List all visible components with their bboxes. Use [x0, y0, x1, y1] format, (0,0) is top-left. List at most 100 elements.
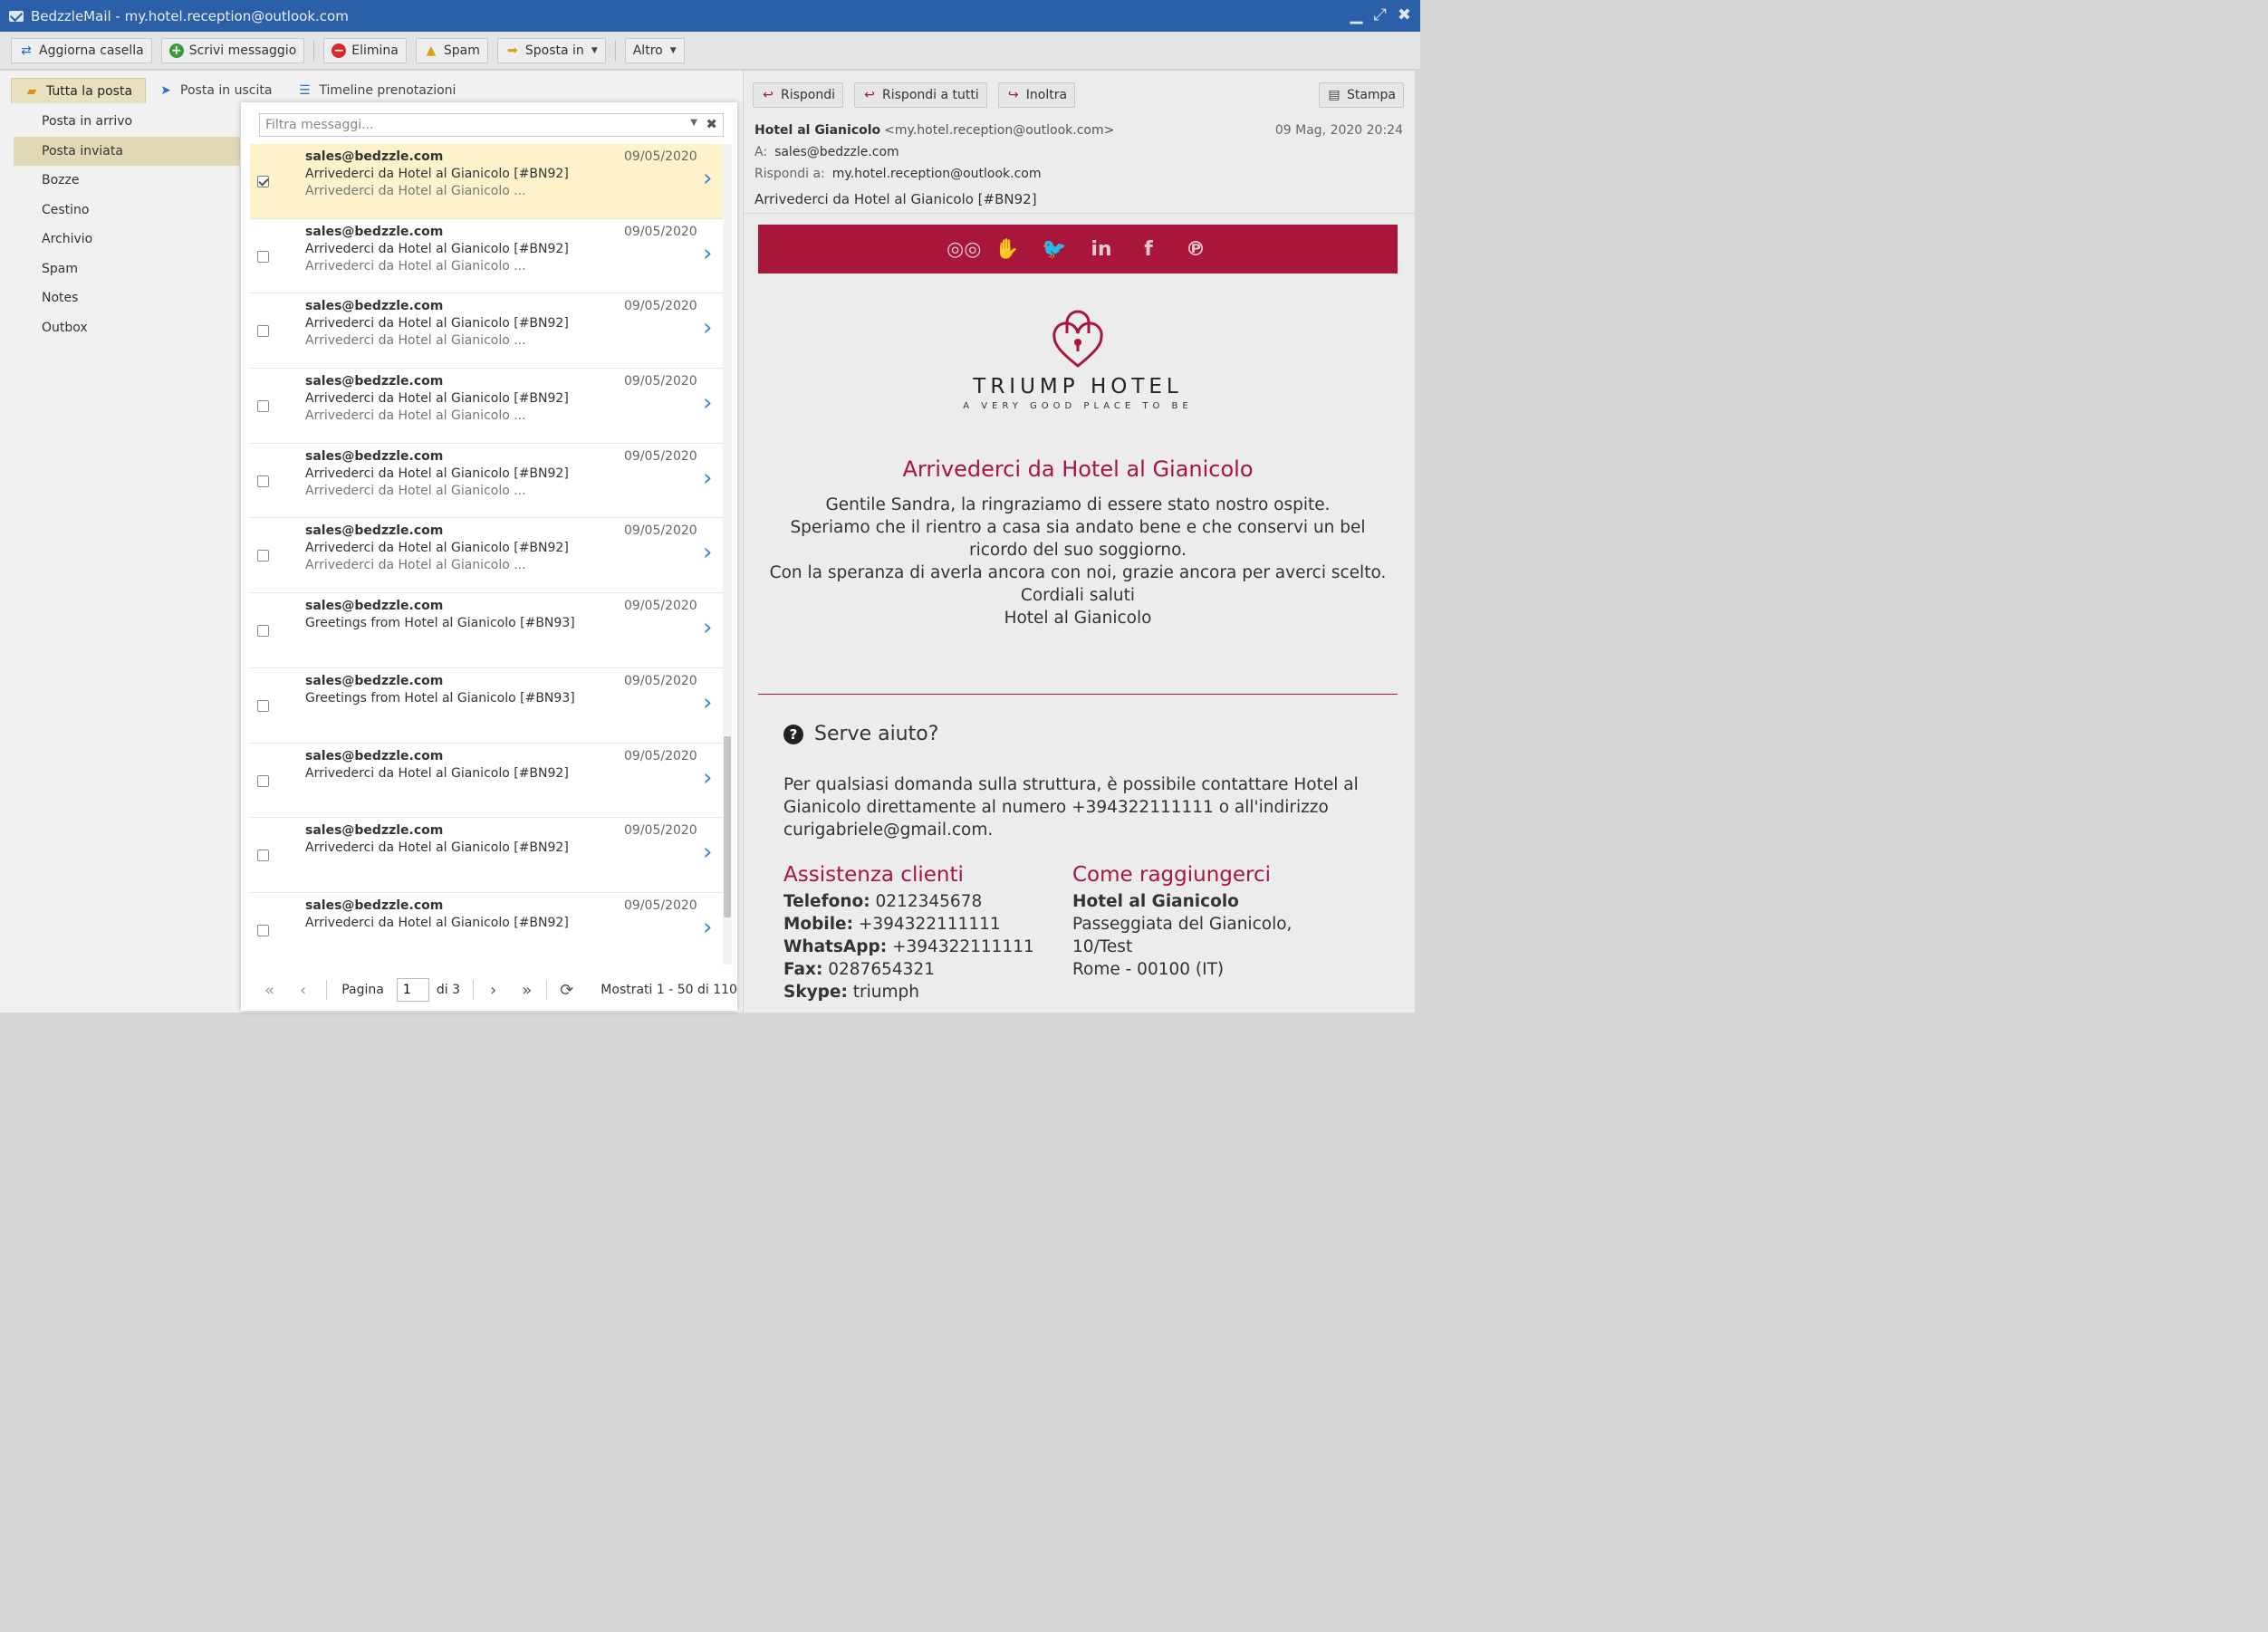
chevron-right-icon[interactable]: › [703, 466, 712, 490]
facebook-icon[interactable]: f [1135, 238, 1162, 261]
row-checkbox[interactable] [257, 250, 269, 263]
page-total: di 3 [436, 983, 460, 997]
chevron-right-icon[interactable]: › [703, 916, 712, 939]
thumbs-up-icon[interactable]: ✋ [994, 238, 1021, 261]
list-scrollbar[interactable] [723, 144, 732, 965]
reload-icon[interactable]: ⟳ [560, 981, 573, 1000]
folder-inbox[interactable]: Posta in arrivo [14, 107, 240, 137]
message-subject: Arrivederci da Hotel al Gianicolo [#BN92… [305, 915, 569, 930]
email-divider [758, 694, 1398, 695]
row-checkbox[interactable] [257, 176, 269, 187]
close-icon[interactable]: ✖ [1398, 5, 1411, 24]
message-row[interactable]: sales@bedzzle.com 09/05/2020 Arrivederci… [250, 219, 723, 294]
message-row[interactable]: sales@bedzzle.com 09/05/2020 Arrivederci… [250, 144, 723, 219]
prev-page-icon[interactable]: ‹ [300, 981, 306, 1000]
message-row[interactable]: sales@bedzzle.com 09/05/2020 Arrivederci… [250, 893, 723, 968]
chevron-right-icon[interactable]: › [703, 691, 712, 715]
message-subject: Arrivederci da Hotel al Gianicolo [#BN92… [305, 466, 569, 481]
message-date: 09/05/2020 [624, 748, 697, 763]
chevron-right-icon[interactable]: › [703, 242, 712, 265]
row-checkbox[interactable] [257, 400, 269, 413]
chevron-right-icon[interactable]: › [703, 391, 712, 415]
print-button[interactable]: ▤ Stampa [1318, 82, 1404, 108]
folder-spam[interactable]: Spam [14, 254, 240, 284]
folder-list: Posta in arrivo Posta inviata Bozze Cest… [14, 107, 240, 342]
folder-trash[interactable]: Cestino [14, 196, 240, 226]
message-row[interactable]: sales@bedzzle.com 09/05/2020 Arrivederci… [250, 744, 723, 819]
reply-button[interactable]: ↩ Rispondi [753, 82, 844, 108]
tab-booking-timeline[interactable]: ☰ Timeline prenotazioni [284, 78, 468, 103]
message-row[interactable]: sales@bedzzle.com 09/05/2020 Arrivederci… [250, 818, 723, 893]
hotel-logo: TRIUMP HOTEL A VERY GOOD PLACE TO BE [758, 306, 1398, 411]
refresh-button[interactable]: ⇄ Aggiorna casella [11, 37, 152, 63]
chevron-down-icon[interactable]: ▼ [690, 118, 697, 128]
pinterest-icon[interactable]: ℗ [1182, 238, 1209, 261]
forward-button[interactable]: ↪ Inoltra [997, 82, 1076, 108]
message-subject: Arrivederci da Hotel al Gianicolo [#BN92… [305, 167, 569, 181]
message-row[interactable]: sales@bedzzle.com 09/05/2020 Arrivederci… [250, 444, 723, 519]
tab-outbox[interactable]: ➤ Posta in uscita [146, 78, 284, 103]
row-checkbox[interactable] [257, 850, 269, 862]
customer-service: Assistenza clienti Telefono: 0212345678 … [783, 863, 1034, 1003]
filter-input[interactable]: Filtra messaggi... ▼ ✖ [259, 113, 724, 137]
first-page-icon[interactable]: « [264, 981, 274, 1000]
minimize-icon[interactable]: ▁ [1350, 5, 1363, 24]
chevron-right-icon[interactable]: › [703, 316, 712, 340]
message-preview: Arrivederci da Hotel al Gianicolo ... [305, 483, 526, 498]
chevron-right-icon[interactable]: › [703, 840, 712, 864]
move-button[interactable]: ➡ Sposta in ▼ [496, 37, 606, 63]
clear-icon[interactable]: ✖ [706, 116, 717, 132]
folder-outbox[interactable]: Outbox [14, 313, 240, 343]
message-date: 09/05/2020 [624, 823, 697, 839]
message-row[interactable]: sales@bedzzle.com 09/05/2020 Greetings f… [250, 668, 723, 744]
pagination: « ‹ Pagina di 3 › » ⟳ Mostrati 1 - 50 di… [241, 972, 737, 1008]
twitter-icon[interactable]: 🐦 [1041, 238, 1068, 261]
inbox-tray-icon: ▰ [26, 83, 37, 99]
message-row[interactable]: sales@bedzzle.com 09/05/2020 Arrivederci… [250, 293, 723, 370]
spam-button[interactable]: ▲ Spam [415, 37, 488, 63]
message-row[interactable]: sales@bedzzle.com 09/05/2020 Arrivederci… [250, 518, 723, 594]
row-checkbox[interactable] [257, 924, 269, 936]
chevron-right-icon[interactable]: › [703, 541, 712, 564]
row-checkbox[interactable] [257, 699, 269, 712]
message-row[interactable]: sales@bedzzle.com 09/05/2020 Arrivederci… [250, 369, 723, 444]
next-page-icon[interactable]: › [490, 981, 496, 1000]
email-body: ◎◎ ✋ 🐦 in f ℗ TRIUMP HOTEL A VERY GOOD P… [758, 225, 1398, 1013]
reply-to-address: my.hotel.reception@outlook.com [831, 167, 1042, 181]
to-address: sales@bedzzle.com [774, 145, 899, 159]
more-button[interactable]: Altro ▼ [624, 37, 685, 63]
folder-notes[interactable]: Notes [14, 283, 240, 313]
reply-to-label: Rispondi a: [754, 167, 825, 181]
scrollbar-thumb[interactable] [724, 736, 731, 917]
refresh-icon: ⇄ [21, 43, 32, 58]
tab-all-mail[interactable]: ▰ Tutta la posta [11, 78, 147, 103]
delete-button[interactable]: − Elimina [323, 37, 407, 63]
maximize-icon[interactable]: ⤢ [1374, 5, 1387, 24]
last-page-icon[interactable]: » [522, 981, 532, 1000]
message-datetime: 09 Mag, 2020 20:24 [1274, 123, 1403, 138]
row-checkbox[interactable] [257, 550, 269, 562]
message-preview: Arrivederci da Hotel al Gianicolo ... [305, 408, 526, 424]
message-date: 09/05/2020 [624, 299, 697, 314]
folder-archive[interactable]: Archivio [14, 225, 240, 254]
page-label: Pagina [341, 983, 384, 997]
row-checkbox[interactable] [257, 625, 269, 638]
chevron-right-icon[interactable]: › [703, 766, 712, 790]
message-subject: Arrivederci da Hotel al Gianicolo [#BN92… [305, 241, 569, 256]
chevron-right-icon[interactable]: › [703, 167, 712, 190]
folder-sent[interactable]: Posta inviata [14, 136, 240, 166]
row-checkbox[interactable] [257, 325, 269, 338]
message-row[interactable]: sales@bedzzle.com 09/05/2020 Greetings f… [250, 593, 723, 668]
header-divider [744, 213, 1416, 214]
message-date: 09/05/2020 [624, 149, 697, 164]
chevron-right-icon[interactable]: › [703, 616, 712, 639]
reply-all-button[interactable]: ↩ Rispondi a tutti [854, 82, 987, 108]
row-checkbox[interactable] [257, 774, 269, 787]
tripadvisor-icon[interactable]: ◎◎ [947, 238, 981, 261]
message-from: sales@bedzzle.com [305, 748, 444, 763]
row-checkbox[interactable] [257, 475, 269, 487]
compose-button[interactable]: + Scrivi messaggio [160, 37, 305, 63]
folder-drafts[interactable]: Bozze [14, 166, 240, 196]
page-input[interactable] [396, 978, 429, 1002]
linkedin-icon[interactable]: in [1088, 238, 1115, 261]
